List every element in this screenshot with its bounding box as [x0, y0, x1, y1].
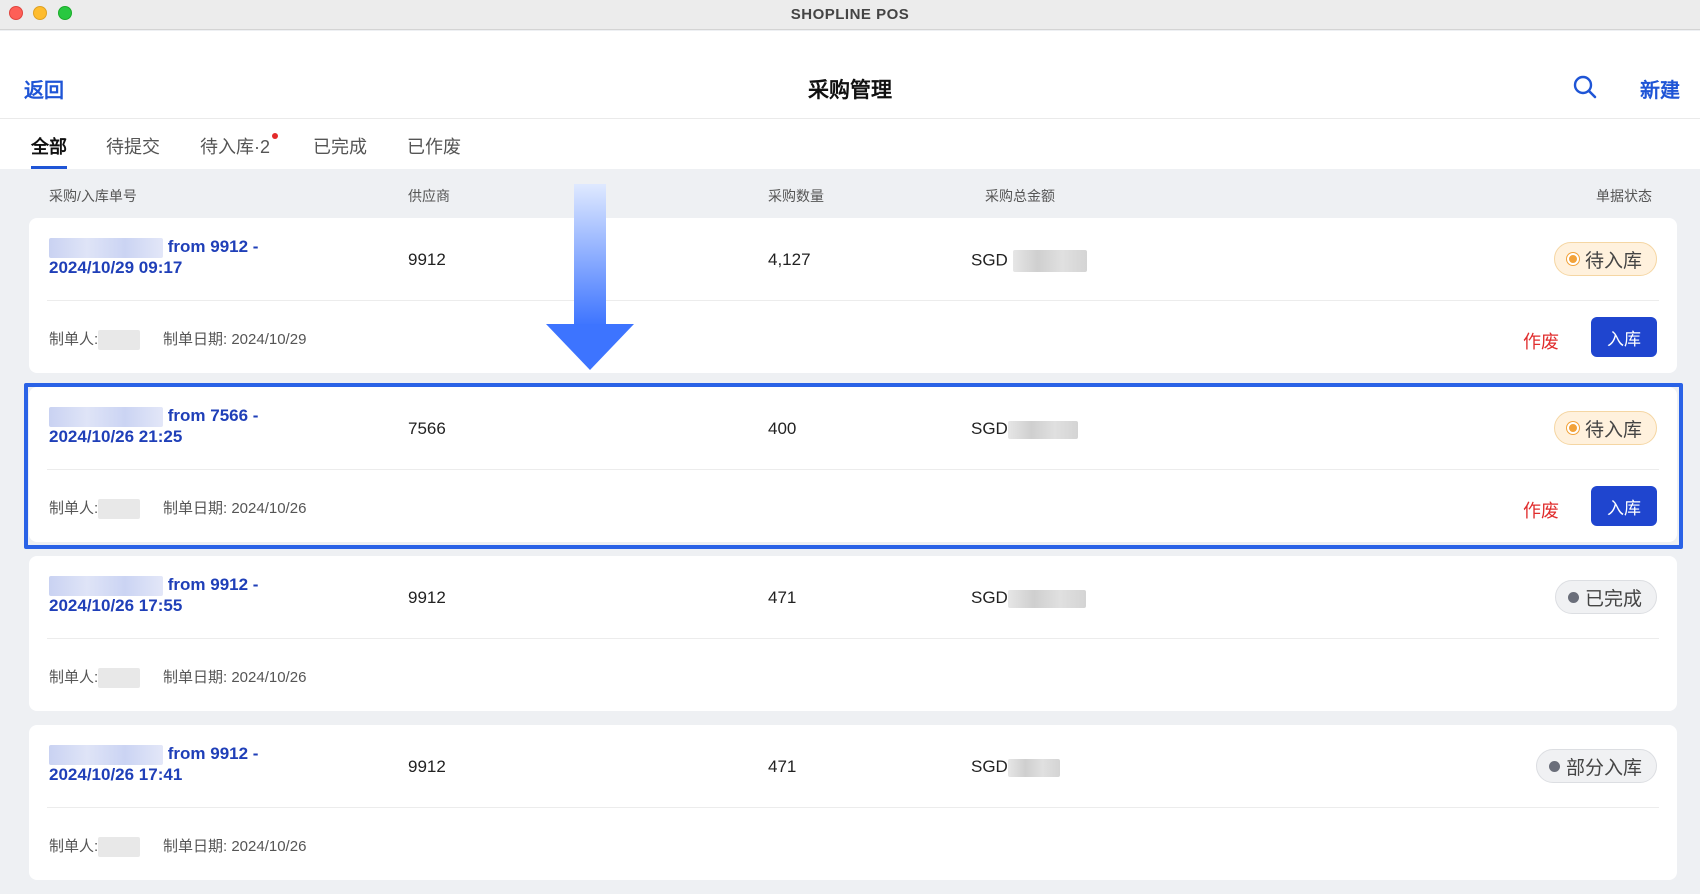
column-header-order-no: 采购/入库单号: [49, 188, 137, 204]
order-number-suffix: from 9912 -: [167, 237, 259, 256]
redacted-prefix: [49, 406, 163, 427]
column-header-status: 单据状态: [1596, 188, 1652, 204]
order-number-suffix: from 7566 -: [167, 406, 259, 425]
page-header: 返回 采购管理 新建: [0, 31, 1700, 119]
title-bar: SHOPLINE POS: [0, 0, 1700, 30]
card-divider: [47, 469, 1659, 470]
order-card[interactable]: from 9912 - 2024/10/29 09:17 9912 4,127 …: [29, 218, 1677, 373]
window-title: SHOPLINE POS: [790, 6, 910, 23]
status-badge: 待入库: [1553, 242, 1657, 276]
created-date: 制单日期: 2024/10/26: [163, 500, 307, 517]
supplier-cell: 9912: [408, 757, 446, 776]
tab-pending-stock-label: 待入库·2: [200, 137, 271, 157]
page-title: 采购管理: [808, 79, 892, 102]
creator-field: 制单人:: [49, 497, 141, 520]
amount-cell: SGD: [971, 588, 1086, 608]
order-datetime: 2024/10/29 09:17: [49, 257, 183, 277]
notification-dot: [272, 133, 279, 139]
status-text: 待入库: [1584, 419, 1642, 441]
tab-voided[interactable]: 已作废: [407, 133, 461, 169]
status-badge: 待入库: [1553, 411, 1657, 445]
amount-currency: SGD: [971, 419, 1008, 438]
creator-label: 制单人:: [49, 331, 99, 348]
creator-label: 制单人:: [49, 838, 99, 855]
status-text: 已完成: [1584, 588, 1642, 610]
arrow-down-annotation-icon: [546, 184, 634, 370]
amount-cell: SGD: [971, 250, 1087, 272]
creator-field: 制单人:: [49, 666, 141, 689]
redacted-creator: [98, 330, 141, 351]
card-divider: [47, 807, 1659, 808]
order-datetime: 2024/10/26 21:25: [49, 426, 183, 446]
order-number-suffix: from 9912 -: [167, 744, 259, 763]
status-tabs: 全部 待提交 待入库·2 已完成 已作废: [0, 119, 1700, 169]
void-button[interactable]: 作废: [1523, 328, 1559, 354]
status-badge: 部分入库: [1535, 749, 1657, 783]
stock-in-button[interactable]: 入库: [1591, 317, 1657, 357]
order-card[interactable]: from 9912 - 2024/10/26 17:55 9912 471 SG…: [29, 556, 1677, 711]
order-number[interactable]: from 9912 - 2024/10/29 09:17: [49, 237, 258, 278]
stock-in-button[interactable]: 入库: [1591, 486, 1657, 526]
tab-pending-stock[interactable]: 待入库·2: [200, 133, 279, 169]
redacted-amount: [1007, 420, 1078, 439]
order-card[interactable]: from 9912 - 2024/10/26 17:41 9912 471 SG…: [29, 725, 1677, 880]
redacted-prefix: [49, 237, 163, 258]
column-header-amount: 采购总金额: [985, 188, 1055, 204]
status-text: 待入库: [1584, 250, 1642, 272]
redacted-amount: [1012, 250, 1087, 272]
creator-field: 制单人:: [49, 835, 141, 858]
quantity-cell: 400: [768, 419, 797, 438]
amount-cell: SGD: [971, 419, 1078, 439]
card-divider: [47, 638, 1659, 639]
created-date: 制单日期: 2024/10/26: [163, 669, 307, 686]
amount-cell: SGD: [971, 757, 1060, 777]
card-divider: [47, 300, 1659, 301]
quantity-cell: 4,127: [768, 250, 811, 269]
amount-currency: SGD: [971, 250, 1008, 270]
column-header-supplier: 供应商: [408, 188, 450, 204]
redacted-prefix: [49, 575, 163, 596]
order-number[interactable]: from 9912 - 2024/10/26 17:55: [49, 575, 258, 616]
quantity-cell: 471: [768, 757, 797, 776]
status-badge: 已完成: [1554, 580, 1657, 614]
column-header-quantity: 采购数量: [768, 188, 824, 204]
order-number-suffix: from 9912 -: [167, 575, 259, 594]
tab-pending-submit[interactable]: 待提交: [106, 133, 160, 169]
supplier-cell: 7566: [408, 419, 446, 438]
supplier-cell: 9912: [408, 250, 446, 269]
redacted-amount: [1007, 758, 1060, 777]
order-datetime: 2024/10/26 17:55: [49, 595, 183, 615]
order-number[interactable]: from 9912 - 2024/10/26 17:41: [49, 744, 258, 785]
redacted-creator: [98, 837, 141, 858]
creator-label: 制单人:: [49, 500, 99, 517]
quantity-cell: 471: [768, 588, 797, 607]
redacted-prefix: [49, 744, 163, 765]
supplier-cell: 9912: [408, 588, 446, 607]
new-button[interactable]: 新建: [1640, 74, 1680, 103]
redacted-amount: [1007, 589, 1086, 608]
creator-label: 制单人:: [49, 669, 99, 686]
redacted-creator: [98, 499, 141, 520]
tab-completed[interactable]: 已完成: [313, 133, 367, 169]
created-date: 制单日期: 2024/10/26: [163, 838, 307, 855]
amount-currency: SGD: [971, 588, 1008, 607]
redacted-creator: [98, 668, 141, 689]
creator-field: 制单人:: [49, 328, 141, 351]
search-icon[interactable]: [1572, 74, 1598, 100]
created-date: 制单日期: 2024/10/29: [163, 331, 307, 348]
tab-all[interactable]: 全部: [31, 133, 67, 169]
status-dot-icon: [1566, 253, 1579, 265]
status-dot-icon: [1566, 422, 1579, 434]
order-number[interactable]: from 7566 - 2024/10/26 21:25: [49, 406, 258, 447]
status-text: 部分入库: [1565, 757, 1642, 779]
order-card[interactable]: from 7566 - 2024/10/26 21:25 7566 400 SG…: [29, 387, 1677, 542]
order-datetime: 2024/10/26 17:41: [49, 764, 183, 784]
amount-currency: SGD: [971, 757, 1008, 776]
status-dot-icon: [1548, 760, 1560, 772]
void-button[interactable]: 作废: [1523, 497, 1559, 523]
status-dot-icon: [1567, 591, 1579, 603]
